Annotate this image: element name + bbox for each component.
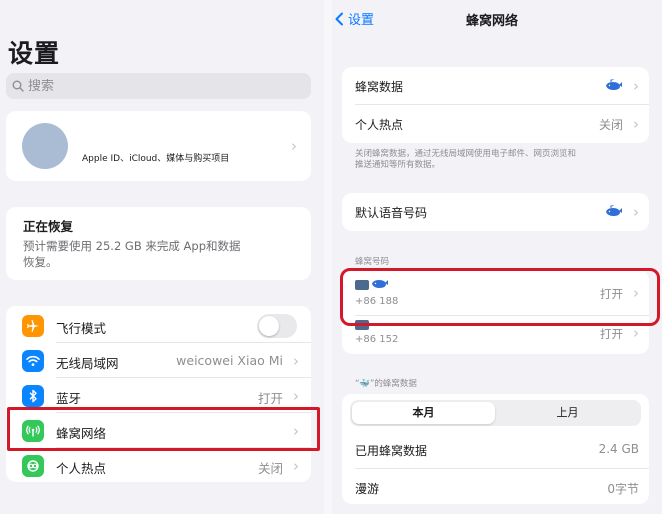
- default-voice-row[interactable]: 默认语音号码 ›: [342, 193, 649, 231]
- settings-list: 飞行模式 无线局域网 weicowei Xiao Mi › 蓝牙 打开 › 蜂窝…: [6, 306, 311, 482]
- restore-card[interactable]: 正在恢复 预计需要使用 25.2 GB 来完成 App和数据 恢复。: [6, 207, 311, 280]
- chevron-right-icon: ›: [293, 457, 299, 475]
- sim-status-value: 打开: [600, 327, 623, 341]
- apple-id-card[interactable]: Apple ID、iCloud、媒体与购买项目 ›: [6, 111, 311, 181]
- used-data-row: 已用蜂窝数据 2.4 GB: [342, 431, 649, 469]
- pane-divider: [324, 0, 332, 514]
- chevron-right-icon: ›: [293, 387, 299, 405]
- cellular-numbers-header: 蜂窝号码: [355, 257, 390, 267]
- restore-description-line1: 预计需要使用 25.2 GB 来完成 App和数据: [23, 239, 241, 253]
- bluetooth-status-value: 打开: [257, 391, 283, 406]
- sim-highlight-box: [340, 268, 660, 326]
- chevron-right-icon: ›: [633, 115, 639, 133]
- wifi-network-value: weicowei Xiao Mi: [176, 353, 283, 368]
- chevron-right-icon: ›: [633, 203, 639, 221]
- avatar: [22, 123, 68, 169]
- personal-hotspot-row[interactable]: 个人热点 关闭 ›: [342, 105, 649, 143]
- cellular-highlight-box: [7, 407, 320, 451]
- used-data-value: 2.4 GB: [598, 442, 639, 456]
- chevron-left-icon: [335, 12, 343, 25]
- cellular-detail-pane: 设置 蜂窝网络 蜂窝数据 › 个人热点 关闭 › 关闭蜂窝数据，通过无线局域网使…: [332, 0, 662, 514]
- chevron-right-icon: ›: [291, 137, 297, 155]
- chevron-right-icon: ›: [633, 324, 639, 342]
- search-icon: [12, 80, 24, 92]
- cellular-data-card: 蜂窝数据 › 个人热点 关闭 ›: [342, 67, 649, 143]
- used-data-label: 已用蜂窝数据: [355, 444, 428, 458]
- roaming-label: 漫游: [355, 482, 380, 496]
- airplane-mode-toggle[interactable]: [257, 314, 297, 338]
- toggle-knob: [259, 316, 279, 336]
- apple-id-label: Apple ID、iCloud、媒体与购买项目: [82, 154, 230, 164]
- back-button[interactable]: 设置: [334, 9, 374, 28]
- settings-item-personal-hotspot[interactable]: 个人热点 关闭 ›: [6, 448, 311, 482]
- settings-item-label: 蓝牙: [56, 391, 82, 406]
- personal-hotspot-label: 个人热点: [355, 118, 404, 132]
- cellular-footnote: 关闭蜂窝数据，通过无线局域网使用电子邮件、网页浏览和 推送通知等所有数据。: [355, 149, 645, 171]
- search-input[interactable]: [28, 78, 288, 94]
- whale-sim-icon: [606, 79, 622, 90]
- period-segmented-control: 本月 上月: [350, 400, 641, 426]
- personal-hotspot-value: 关闭: [598, 118, 623, 132]
- settings-item-airplane-mode[interactable]: 飞行模式: [6, 308, 311, 343]
- settings-item-label: 飞行模式: [56, 321, 107, 336]
- chevron-right-icon: ›: [293, 352, 299, 370]
- page-title: 设置: [8, 39, 61, 68]
- settings-item-label: 无线局域网: [56, 356, 119, 371]
- segment-current-month[interactable]: 本月: [352, 402, 495, 424]
- segment-last-month[interactable]: 上月: [496, 402, 639, 424]
- restore-description-line2: 恢复。: [23, 255, 58, 269]
- default-voice-card: 默认语音号码 ›: [342, 193, 649, 231]
- back-label: 设置: [348, 13, 375, 28]
- cellular-data-row[interactable]: 蜂窝数据 ›: [342, 67, 649, 105]
- wifi-icon: [22, 350, 44, 372]
- roaming-row: 漫游 0字节: [342, 469, 649, 507]
- airplane-icon: [22, 315, 44, 337]
- settings-item-label: 个人热点: [56, 461, 107, 476]
- cellular-data-label: 蜂窝数据: [355, 80, 404, 94]
- settings-sidebar: 设置 Apple ID、iCloud、媒体与购买项目 › 正在恢复 预计需要使用…: [0, 0, 320, 514]
- search-field[interactable]: [6, 73, 311, 99]
- usage-card: 本月 上月 已用蜂窝数据 2.4 GB 漫游 0字节: [342, 394, 649, 504]
- sim-number: +86 152: [355, 334, 399, 345]
- footnote-line2: 推送通知等所有数据。: [355, 160, 441, 170]
- restore-title: 正在恢复: [23, 219, 74, 234]
- chevron-right-icon: ›: [633, 77, 639, 95]
- hotspot-status-value: 关闭: [257, 461, 283, 476]
- footnote-line1: 关闭蜂窝数据，通过无线局域网使用电子邮件、网页浏览和: [355, 149, 577, 159]
- nav-title: 蜂窝网络: [466, 14, 519, 29]
- bluetooth-icon: [22, 385, 44, 407]
- whale-sim-icon: [606, 205, 622, 216]
- settings-item-wifi[interactable]: 无线局域网 weicowei Xiao Mi ›: [6, 343, 311, 378]
- default-voice-label: 默认语音号码: [355, 206, 428, 220]
- usage-header: “🐳”的蜂窝数据: [355, 379, 417, 389]
- roaming-value: 0字节: [607, 482, 639, 496]
- hotspot-icon: [22, 455, 44, 477]
